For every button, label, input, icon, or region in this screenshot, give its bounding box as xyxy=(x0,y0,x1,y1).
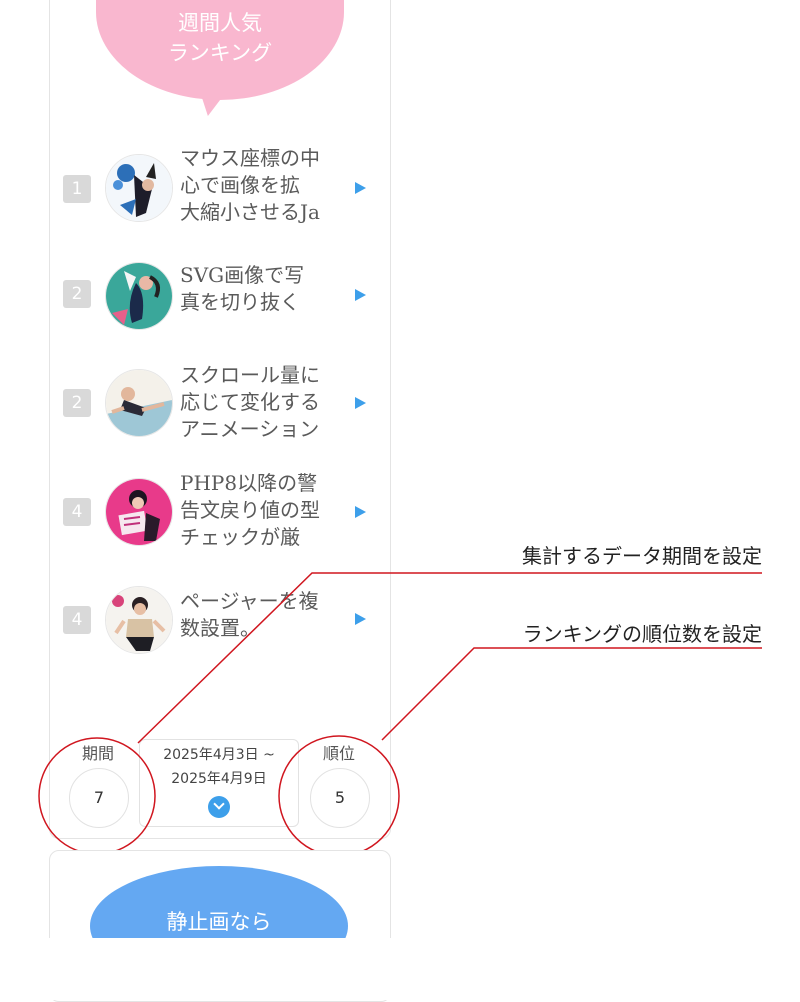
ranking-item-title[interactable]: ページャーを複 数設置。 xyxy=(180,588,350,642)
ranking-title: 週間人気 ランキング xyxy=(96,8,344,68)
ranking-item-title[interactable]: SVG画像で写 真を切り抜く xyxy=(180,262,350,316)
rank-annotation: ランキングの順位数を設定 xyxy=(522,622,762,646)
ranking-item-title[interactable]: スクロール量に 応じて変化する アニメーション xyxy=(180,362,350,443)
thumbnail-image xyxy=(105,586,173,654)
thumbnail-illustration xyxy=(106,155,172,221)
ranking-item-3[interactable]: 2 スクロール量に 応じて変化する アニメーション xyxy=(63,362,383,452)
period-annotation: 集計するデータ期間を設定 xyxy=(522,544,762,568)
rank-count-input[interactable]: 5 xyxy=(310,768,370,828)
chevron-down-icon[interactable] xyxy=(208,796,230,818)
period-label: 期間 xyxy=(81,744,114,763)
ranking-item-1[interactable]: 1 マウス座標の中 心で画像を拡 大縮小させるJa xyxy=(63,145,383,235)
thumbnail-illustration xyxy=(106,587,172,653)
chevron-right-icon xyxy=(355,182,366,194)
thumbnail-image xyxy=(105,369,173,437)
page-cutoff xyxy=(0,938,800,1000)
ranking-title-line1: 週間人気 xyxy=(178,11,262,35)
ranking-item-4[interactable]: 4 PHP8以降の警 告文戻り値の型 チェックが厳 xyxy=(63,470,383,560)
bubble-tail xyxy=(195,92,227,116)
date-range-select[interactable]: 2025年4月3日 ~ 2025年4月9日 xyxy=(139,739,299,827)
ranking-item-title[interactable]: マウス座標の中 心で画像を拡 大縮小させるJa xyxy=(180,145,350,226)
rank-number: 4 xyxy=(63,498,91,526)
rank-leader-line xyxy=(381,647,762,741)
chevron-right-icon xyxy=(355,289,366,301)
rank-number: 1 xyxy=(63,175,91,203)
rank-count-label: 順位 xyxy=(322,744,355,763)
ranking-title-line2: ランキング xyxy=(167,41,273,65)
chevron-right-icon xyxy=(355,613,366,625)
thumbnail-image xyxy=(105,262,173,330)
rank-number: 2 xyxy=(63,389,91,417)
rank-number: 4 xyxy=(63,606,91,634)
thumbnail-image xyxy=(105,478,173,546)
thumbnail-illustration xyxy=(106,263,172,329)
ranking-item-5[interactable]: 4 ページャーを複 数設置。 xyxy=(63,586,383,678)
period-input[interactable]: 7 xyxy=(69,768,129,828)
rank-number: 2 xyxy=(63,280,91,308)
ranking-item-title[interactable]: PHP8以降の警 告文戻り値の型 チェックが厳 xyxy=(180,470,350,551)
next-widget-title: 静止画なら xyxy=(166,910,272,934)
thumbnail-illustration xyxy=(106,479,172,545)
thumbnail-image xyxy=(105,154,173,222)
chevron-right-icon xyxy=(355,506,366,518)
chevron-right-icon xyxy=(355,397,366,409)
date-range-end: 2025年4月9日 xyxy=(171,771,267,787)
ranking-item-2[interactable]: 2 SVG画像で写 真を切り抜く xyxy=(63,262,383,352)
thumbnail-illustration xyxy=(106,370,172,436)
date-range-start: 2025年4月3日 ~ xyxy=(163,747,275,763)
